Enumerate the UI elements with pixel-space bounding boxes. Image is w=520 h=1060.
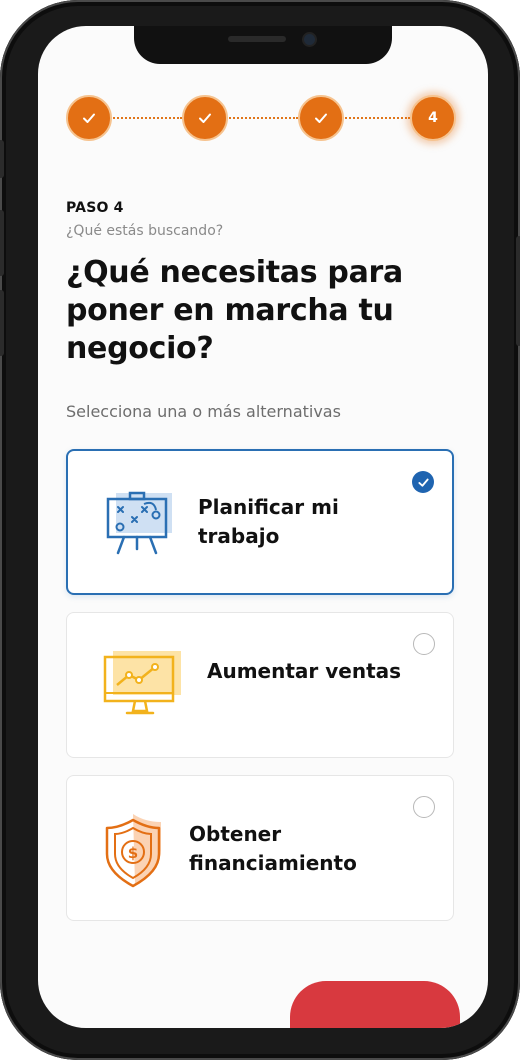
option-card-obtener[interactable]: $ Obtener financiamiento	[66, 775, 454, 921]
volume-down-button	[0, 290, 4, 356]
check-icon	[199, 113, 211, 123]
option-label: Aumentar ventas	[207, 659, 402, 683]
option-card-planificar[interactable]: Planificar mi trabajo	[66, 449, 454, 595]
strategy-board-icon	[106, 491, 172, 555]
option-label: Obtener financiamiento	[189, 822, 357, 875]
selection-hint: Selecciona una o más alternativas	[66, 402, 341, 421]
step-subtitle: ¿Qué estás buscando?	[66, 223, 224, 239]
continue-button[interactable]	[290, 981, 460, 1028]
screen: 4 PASO 4 ¿Qué estás buscando? ¿Qué neces…	[38, 26, 488, 1028]
step-label: PASO 4	[66, 200, 124, 216]
option-checkbox[interactable]	[413, 633, 435, 655]
check-icon	[315, 113, 327, 123]
stepper-connector	[110, 117, 182, 121]
sales-chart-monitor-icon	[103, 651, 181, 715]
option-checkbox-checked[interactable]	[412, 471, 434, 493]
phone-frame: 4 PASO 4 ¿Qué estás buscando? ¿Qué neces…	[0, 0, 520, 1060]
shield-dollar-icon: $	[105, 814, 161, 888]
option-checkbox[interactable]	[413, 796, 435, 818]
notch	[134, 26, 392, 64]
stepper-connector	[342, 117, 410, 121]
check-icon	[83, 113, 95, 123]
check-icon	[417, 478, 429, 487]
front-camera	[304, 34, 315, 45]
option-label: Planificar mi trabajo	[198, 495, 339, 548]
progress-stepper: 4	[66, 95, 458, 141]
step-1[interactable]	[66, 95, 112, 141]
volume-up-button	[0, 210, 4, 276]
mute-switch	[0, 140, 4, 178]
page-title: ¿Qué necesitas para poner en marcha tu n…	[66, 255, 403, 366]
step-4-label: 4	[428, 110, 438, 126]
speaker	[228, 36, 286, 42]
stepper-connector	[226, 117, 298, 121]
option-card-aumentar[interactable]: Aumentar ventas	[66, 612, 454, 758]
step-3[interactable]	[298, 95, 344, 141]
step-4[interactable]: 4	[410, 95, 456, 141]
svg-text:$: $	[128, 844, 138, 862]
power-button	[516, 236, 520, 346]
step-2[interactable]	[182, 95, 228, 141]
